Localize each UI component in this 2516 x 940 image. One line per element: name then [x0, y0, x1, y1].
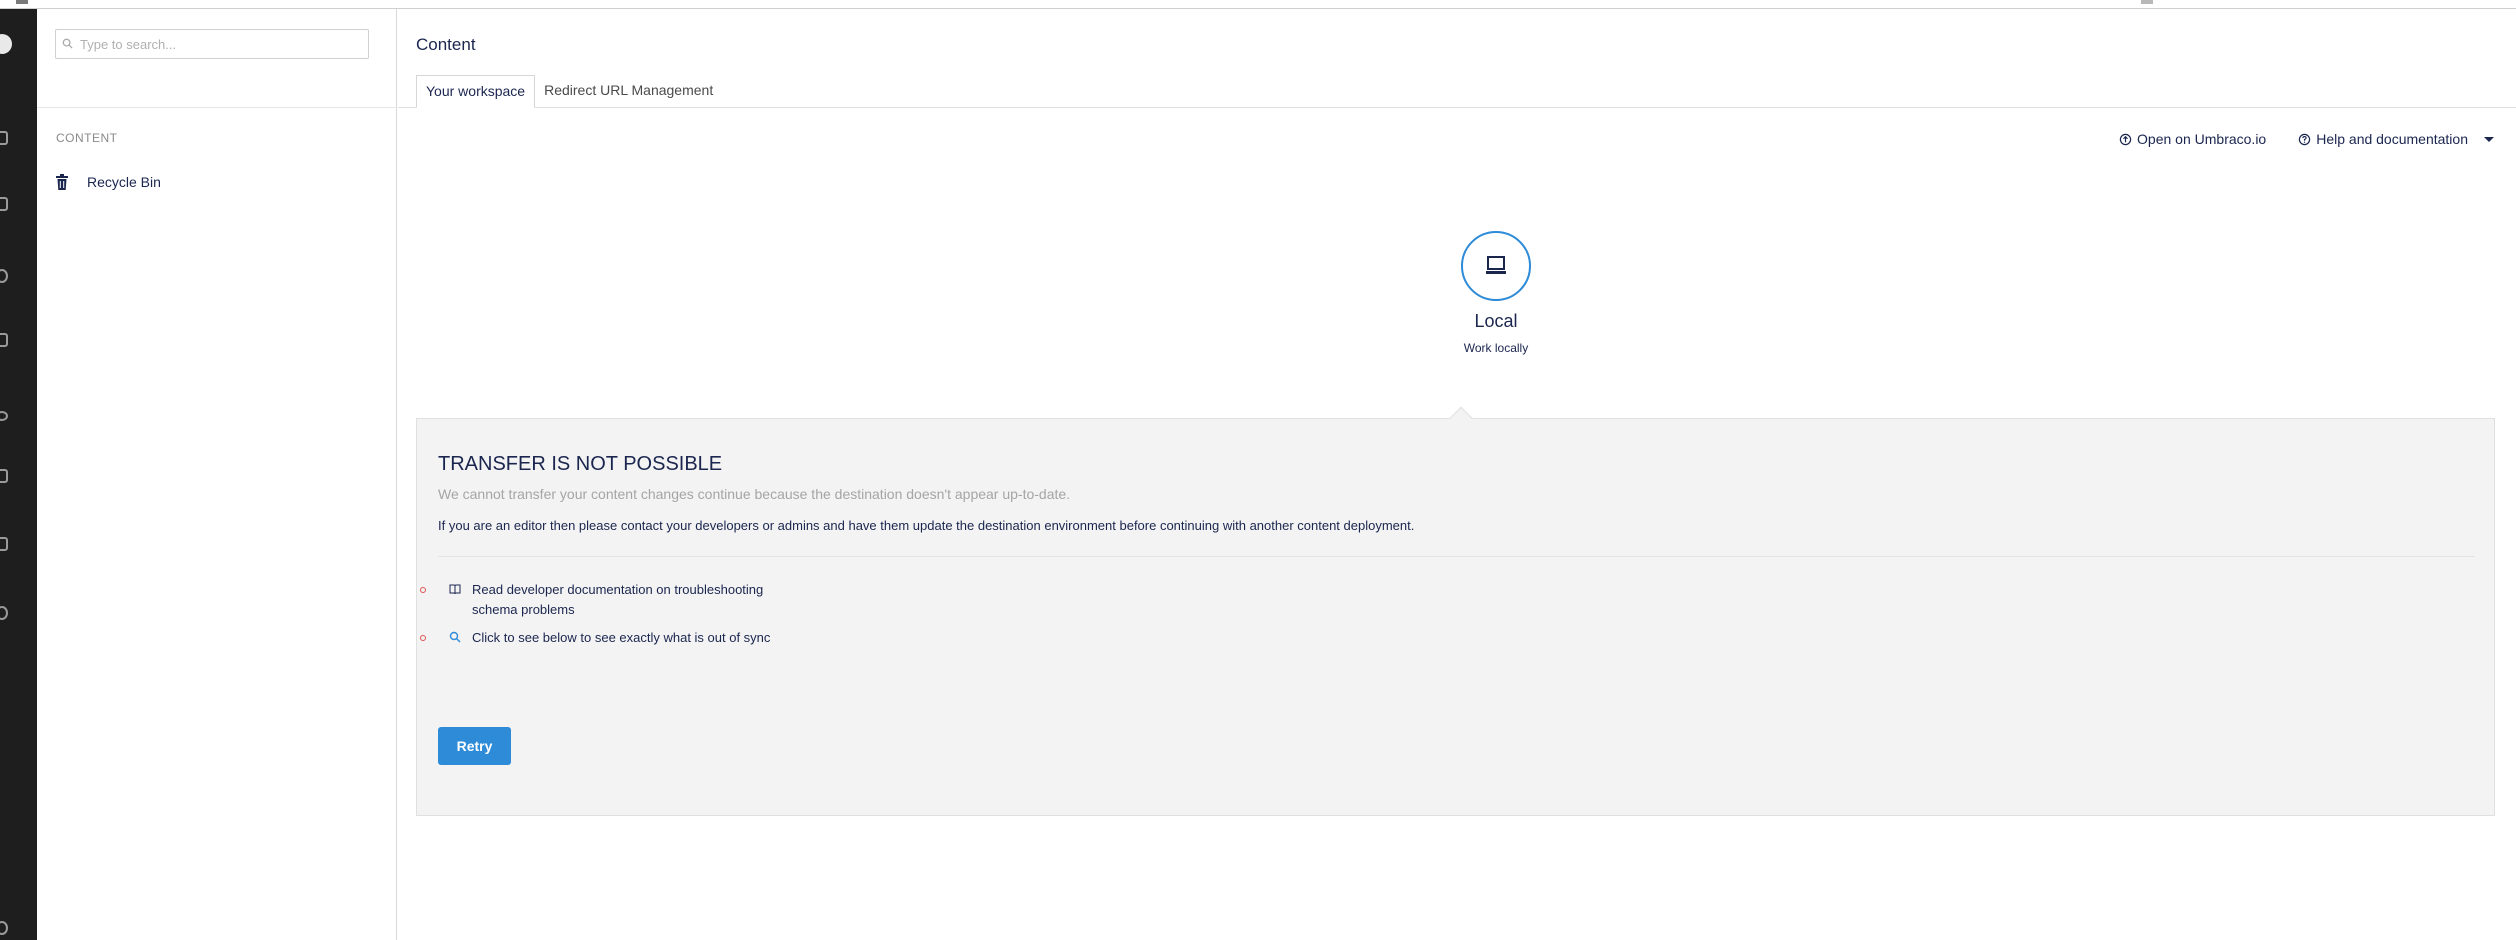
bullet-icon	[420, 635, 426, 641]
chevron-down-icon[interactable]	[2484, 136, 2494, 142]
panel-title: TRANSFER IS NOT POSSIBLE	[438, 453, 723, 475]
search-input[interactable]	[80, 34, 360, 54]
search-area	[37, 9, 396, 108]
environment-card: Local Work locally	[1421, 231, 1571, 355]
content-section-icon[interactable]	[0, 131, 8, 145]
search-box[interactable]	[55, 29, 369, 59]
transfer-error-panel: TRANSFER IS NOT POSSIBLE We cannot trans…	[416, 406, 2495, 816]
help-documentation-label: Help and documentation	[2316, 131, 2468, 147]
settings-section-icon[interactable]	[0, 269, 8, 283]
question-icon	[2299, 133, 2311, 145]
open-umbraco-label: Open on Umbraco.io	[2137, 131, 2267, 147]
page-title: Content	[416, 35, 476, 54]
divider	[438, 556, 2475, 557]
help-documentation-link[interactable]: Help and documentation	[2298, 131, 2468, 147]
tree-item-label: Recycle Bin	[87, 174, 161, 190]
list-item-text: Read developer documentation on troubles…	[472, 582, 764, 617]
environment-circle	[1461, 231, 1531, 301]
search-icon	[449, 631, 461, 643]
main-content: Content Your workspace Redirect URL Mana…	[398, 9, 2516, 940]
laptop-icon	[1486, 256, 1506, 274]
trash-icon	[56, 174, 68, 190]
bullet-icon	[420, 587, 426, 593]
tab-bar: Your workspace Redirect URL Management	[416, 75, 722, 108]
environment-subtitle: Work locally	[1463, 341, 1529, 355]
retry-button[interactable]: Retry	[438, 727, 511, 765]
packages-section-icon[interactable]	[0, 333, 8, 347]
top-links: Open on Umbraco.io Help and documentatio…	[2119, 129, 2516, 149]
tab-redirect-url-management[interactable]: Redirect URL Management	[535, 75, 722, 108]
tree-item-recycle-bin[interactable]: Recycle Bin	[55, 170, 375, 194]
users-section-icon[interactable]	[0, 411, 8, 421]
panel-pointer	[1449, 406, 1473, 430]
tab-your-workspace[interactable]: Your workspace	[416, 75, 536, 108]
section-rail	[0, 9, 37, 940]
open-umbraco-link[interactable]: Open on Umbraco.io	[2119, 131, 2266, 147]
tree-panel: CONTENT Recycle Bin	[37, 9, 397, 940]
list-item-text: Click to see below to see exactly what i…	[472, 630, 771, 645]
top-strip-mark	[2141, 0, 2153, 4]
cloud-icon	[2119, 133, 2132, 145]
translation-section-icon[interactable]	[0, 606, 8, 620]
book-icon	[449, 584, 461, 595]
environment-name: Local	[1474, 311, 1518, 331]
forms-section-icon[interactable]	[0, 537, 8, 551]
top-strip-mark	[16, 0, 28, 4]
members-section-icon[interactable]	[0, 469, 8, 483]
panel-info: If you are an editor then please contact…	[438, 518, 1415, 533]
browser-top-strip	[0, 0, 2516, 9]
editor-header: Content Your workspace Redirect URL Mana…	[398, 9, 2516, 108]
avatar[interactable]	[0, 34, 12, 54]
panel-description: We cannot transfer your content changes …	[438, 486, 1071, 502]
media-section-icon[interactable]	[0, 197, 8, 211]
search-icon	[62, 38, 73, 49]
help-section-icon[interactable]	[0, 921, 8, 935]
tree-section-header: CONTENT	[56, 131, 118, 145]
